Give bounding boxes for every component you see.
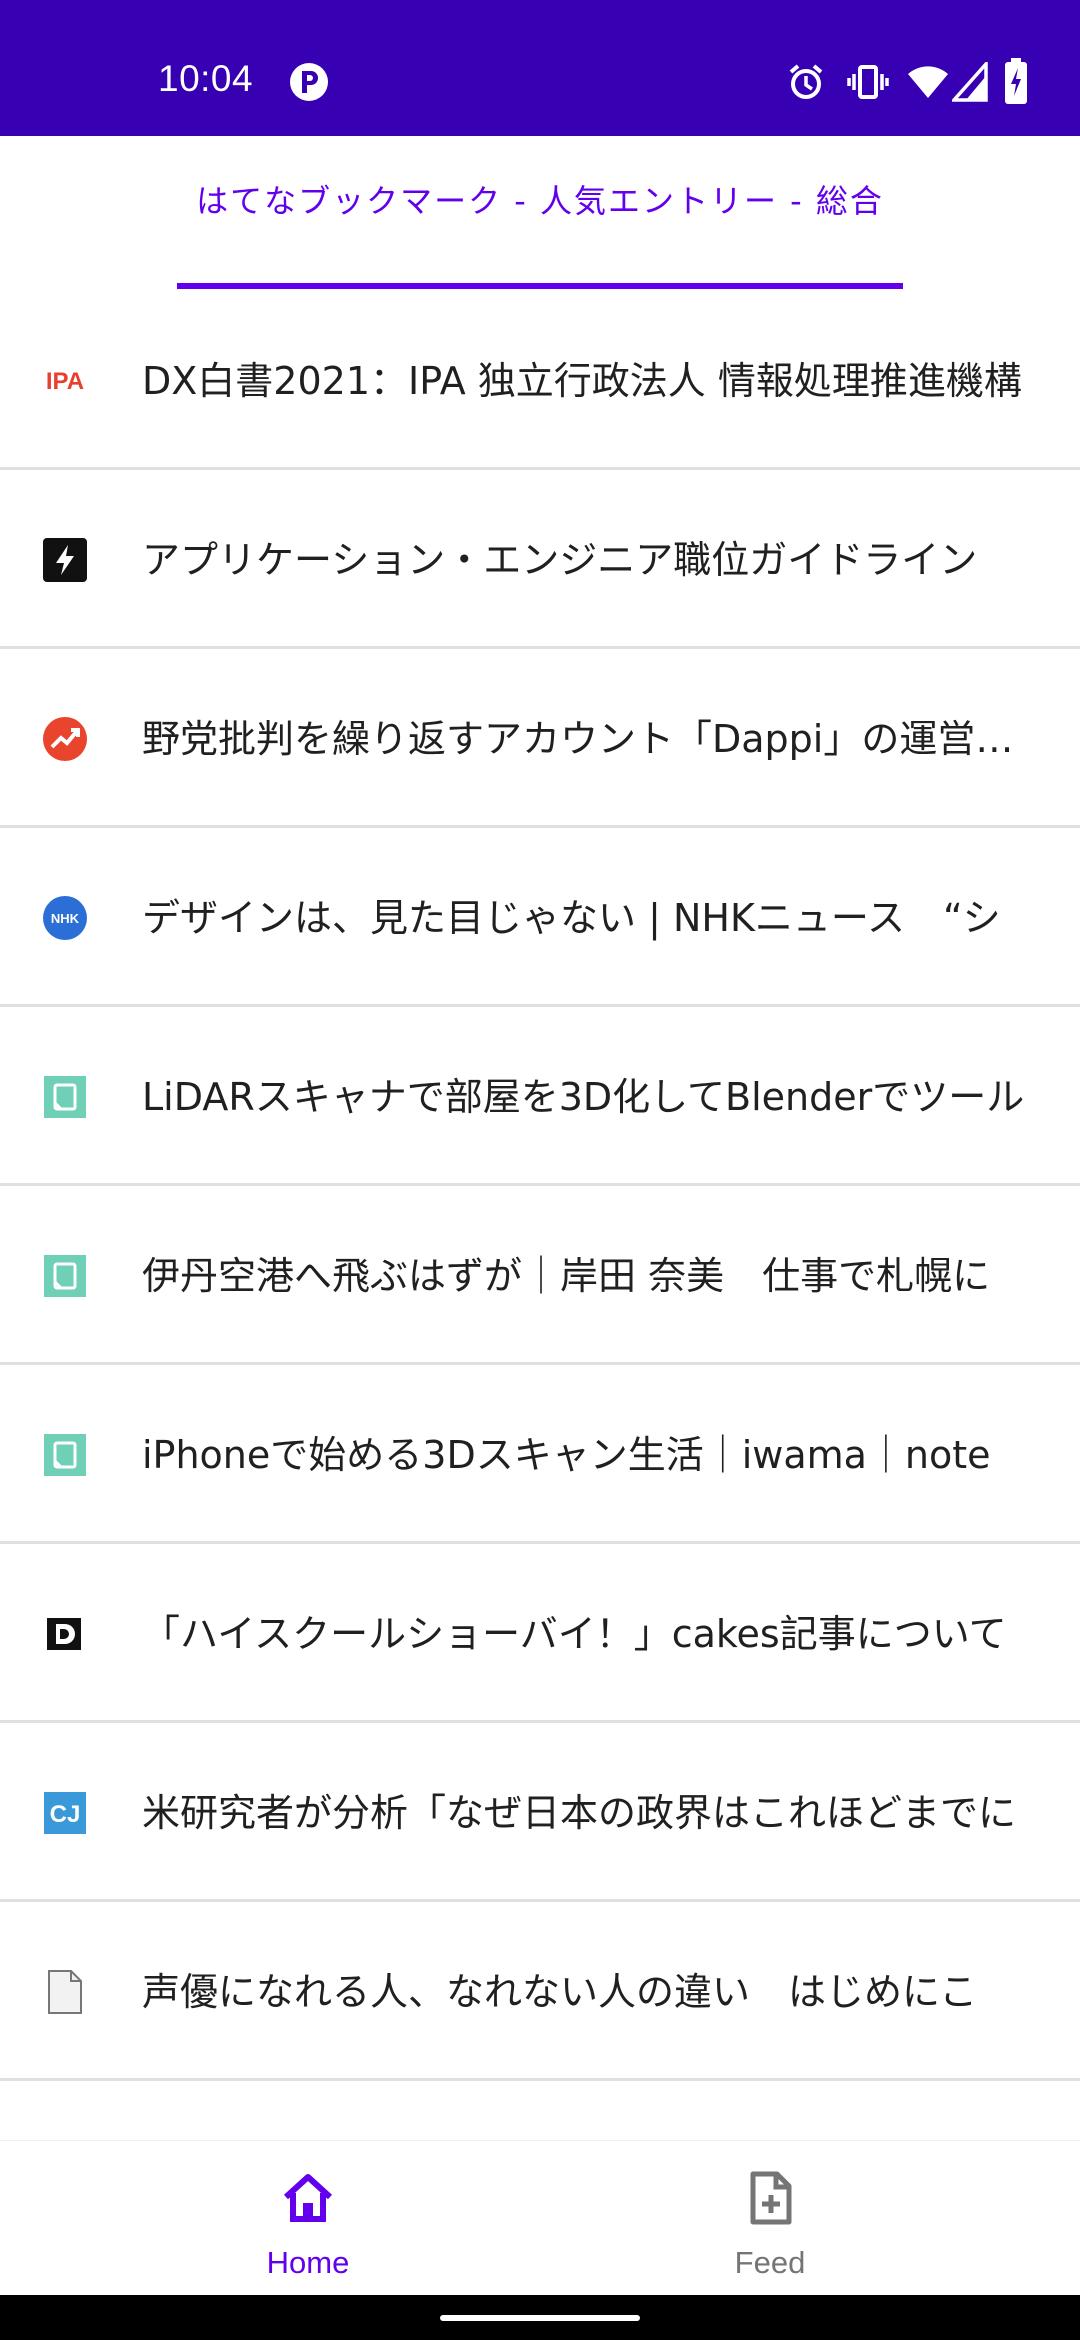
entry-title: 伊丹空港へ飛ぶはずが｜岸田 奈美 仕事で札幌に: [142, 1254, 991, 1298]
list-item[interactable]: 野党批判を繰り返すアカウント「Dappi」の運営企業: [0, 649, 1080, 828]
list-item[interactable]: IPA DX白書2021：IPA 独立行政法人 情報処理推進機構: [0, 291, 1080, 470]
entry-title: LiDARスキャナで部屋を3D化してBlenderでツール: [142, 1075, 1025, 1119]
lightning-favicon-icon: [40, 535, 90, 585]
list-item[interactable]: iPhoneで始める3Dスキャン生活｜iwama｜note: [0, 1365, 1080, 1544]
nav-feed-label: Feed: [734, 2245, 806, 2280]
entry-title: 米研究者が分析「なぜ日本の政界はこれほどまでに: [142, 1791, 1017, 1835]
tab-bar: はてなブックマーク - 人気エントリー - 総合: [0, 136, 1080, 291]
list-item[interactable]: NHK デザインは、見た目じゃない | NHKニュース “シ: [0, 828, 1080, 1007]
tab-popular-entries[interactable]: はてなブックマーク - 人気エントリー - 総合: [177, 176, 903, 226]
add-document-icon: [743, 2171, 797, 2225]
list-item[interactable]: 「ハイスクールショーバイ！」cakes記事について: [0, 1544, 1080, 1723]
nav-feed-button[interactable]: Feed: [500, 2141, 1040, 2296]
entry-title: DX白書2021：IPA 独立行政法人 情報処理推進機構: [142, 359, 1022, 403]
tab-indicator: [177, 283, 903, 289]
document-favicon-icon: [40, 1967, 90, 2017]
home-gesture-handle[interactable]: [440, 2315, 640, 2321]
entry-list: IPA DX白書2021：IPA 独立行政法人 情報処理推進機構 アプリケーショ…: [0, 291, 1080, 2081]
entry-title: iPhoneで始める3Dスキャン生活｜iwama｜note: [142, 1433, 991, 1477]
bottom-navigation: Home Feed: [0, 2140, 1080, 2296]
alarm-icon: [786, 62, 826, 106]
note-favicon-icon: [40, 1251, 90, 1301]
list-item[interactable]: 伊丹空港へ飛ぶはずが｜岸田 奈美 仕事で札幌に: [0, 1186, 1080, 1365]
svg-text:NHK: NHK: [51, 911, 80, 926]
ipa-favicon-icon: IPA: [40, 356, 90, 406]
list-item[interactable]: CJ 米研究者が分析「なぜ日本の政界はこれほどまでに: [0, 1723, 1080, 1902]
status-bar: 10:04: [0, 0, 1080, 136]
entry-title: 声優になれる人、なれない人の違い はじめにこ: [142, 1970, 978, 2014]
status-time: 10:04: [158, 58, 254, 99]
trend-favicon-icon: [40, 714, 90, 764]
d-favicon-icon: [40, 1609, 90, 1659]
signal-icon: [950, 59, 988, 106]
entry-title: デザインは、見た目じゃない | NHKニュース “シ: [142, 896, 1001, 940]
list-item[interactable]: 声優になれる人、なれない人の違い はじめにこ: [0, 1902, 1080, 2081]
entry-title: 「ハイスクールショーバイ！」cakes記事について: [142, 1612, 1007, 1656]
system-navigation-bar: [0, 2295, 1080, 2340]
list-item[interactable]: LiDARスキャナで部屋を3D化してBlenderでツール: [0, 1007, 1080, 1186]
note-favicon-icon: [40, 1072, 90, 1122]
nav-home-button[interactable]: Home: [38, 2141, 578, 2296]
svg-text:CJ: CJ: [50, 1801, 81, 1828]
vibrate-icon: [847, 62, 889, 106]
nhk-favicon-icon: NHK: [40, 893, 90, 943]
battery-icon: [1004, 58, 1028, 108]
cj-favicon-icon: CJ: [40, 1788, 90, 1838]
entry-title: アプリケーション・エンジニア職位ガイドライン: [142, 538, 978, 582]
note-favicon-icon: [40, 1430, 90, 1480]
wifi-icon: [907, 64, 949, 104]
entry-title: 野党批判を繰り返すアカウント「Dappi」の運営企業: [142, 717, 1032, 761]
home-icon: [281, 2171, 335, 2225]
nav-home-label: Home: [266, 2245, 350, 2280]
list-item[interactable]: アプリケーション・エンジニア職位ガイドライン: [0, 470, 1080, 649]
notification-p-icon: [289, 62, 329, 106]
svg-text:IPA: IPA: [46, 368, 84, 395]
